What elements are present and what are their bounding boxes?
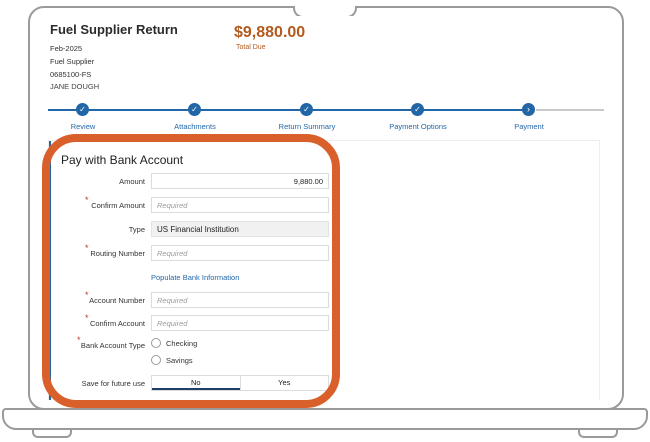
highlight-outline [42,134,340,408]
step-review-label[interactable]: Review [71,122,96,131]
total-due-label: Total Due [236,44,266,51]
step-payment-label[interactable]: Payment [514,122,544,131]
step-return-summary-label[interactable]: Return Summary [279,122,336,131]
page-title: Fuel Supplier Return [50,22,178,37]
total-due-amount: $9,880.00 [234,24,306,41]
laptop-foot-left [32,428,72,438]
taxpayer-name: JANE DOUGH [50,82,130,91]
step-attachments-check-icon[interactable]: ✓ [188,103,201,116]
step-return-summary-check-icon[interactable]: ✓ [300,103,313,116]
stepper-line-pending [536,109,604,111]
laptop-foot-right [578,428,618,438]
stepper-line-complete [48,109,528,111]
step-review-check-icon[interactable]: ✓ [76,103,89,116]
step-payment-options-label[interactable]: Payment Options [389,122,447,131]
step-payment-options-check-icon[interactable]: ✓ [411,103,424,116]
filing-period: Feb-2025 [50,44,83,53]
laptop-base [2,408,648,430]
account-id: 0685100-FS [50,70,92,79]
progress-stepper: ✓ Review ✓ Attachments ✓ Return Summary … [48,100,604,134]
step-attachments-label[interactable]: Attachments [174,122,216,131]
step-payment-chevron-right-icon[interactable]: › [522,103,535,116]
return-type: Fuel Supplier [50,57,95,66]
